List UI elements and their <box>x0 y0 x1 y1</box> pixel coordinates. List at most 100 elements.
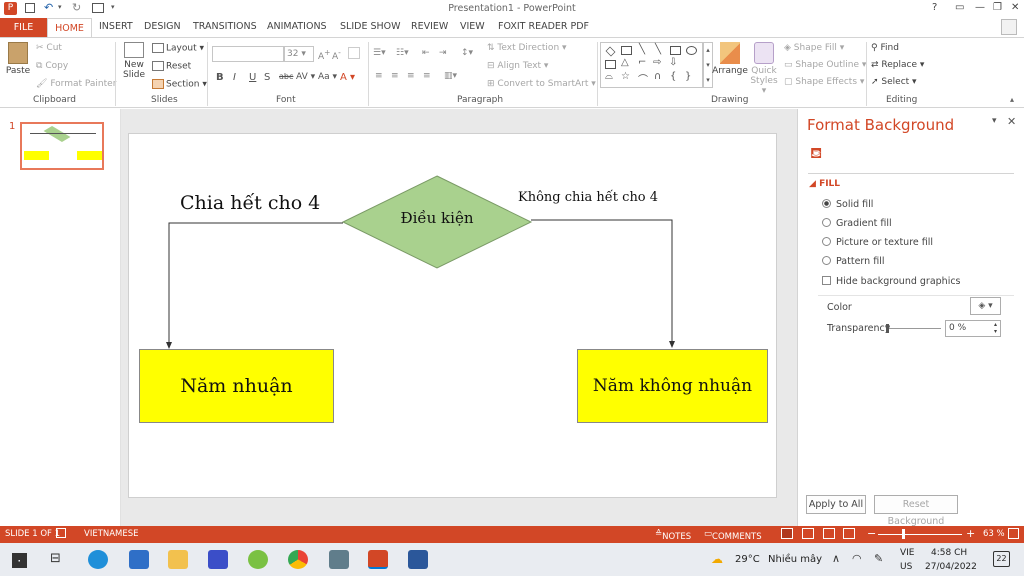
calculator-icon[interactable] <box>329 550 349 569</box>
underline-button[interactable]: U <box>249 72 256 83</box>
align-text-button[interactable]: ⊟ Align Text ▾ <box>487 61 548 71</box>
connector-left[interactable] <box>168 222 343 348</box>
font-size-input[interactable]: 32 ▾ <box>284 46 314 62</box>
transparency-slider[interactable] <box>887 328 941 329</box>
edge-icon[interactable] <box>88 550 108 569</box>
non-leap-year-box[interactable]: Năm không nhuận <box>577 349 768 423</box>
oval-shape-icon[interactable] <box>686 46 697 55</box>
bullets-button[interactable]: ☰▾ <box>373 48 386 58</box>
reading-view-button[interactable] <box>823 528 835 539</box>
wifi-icon[interactable]: ◠ <box>852 552 862 565</box>
tab-animations[interactable]: ANIMATIONS <box>267 21 327 32</box>
star-shape-icon[interactable]: ☆ <box>621 71 630 82</box>
spellcheck-icon[interactable] <box>56 528 66 538</box>
divisible-label[interactable]: Chia hết cho 4 <box>180 192 320 214</box>
layout-button[interactable]: Layout ▾ <box>152 43 204 54</box>
task-view-icon[interactable]: ⊟ <box>50 551 61 566</box>
notification-center-icon[interactable]: 22 <box>993 551 1010 567</box>
tab-slide-show[interactable]: SLIDE SHOW <box>340 21 401 32</box>
transparency-input[interactable]: 0 % ▴ ▾ <box>945 320 1001 337</box>
textbox-shape-icon[interactable] <box>621 46 632 55</box>
pane-options-icon[interactable]: ▾ <box>992 116 997 126</box>
connector-right[interactable] <box>531 219 673 347</box>
ribbon-display-icon[interactable]: ▭ <box>955 2 964 13</box>
cut-button[interactable]: ✂ Cut <box>36 43 62 53</box>
input-region[interactable]: US <box>900 562 912 572</box>
right-arrow-shape-icon[interactable]: ⇨ <box>653 57 661 68</box>
leap-year-box[interactable]: Năm nhuận <box>139 349 334 423</box>
shape-outline-button[interactable]: ▭ Shape Outline ▾ <box>784 60 866 70</box>
increase-indent-button[interactable]: ⇥ <box>439 48 447 58</box>
justify-button[interactable]: ≡ <box>423 71 431 81</box>
arrow-line-shape-icon[interactable]: ╲ <box>655 44 661 55</box>
zoom-level[interactable]: 63 % <box>983 529 1005 539</box>
mail-icon[interactable] <box>129 550 149 569</box>
align-right-button[interactable]: ≡ <box>407 71 415 81</box>
select-button[interactable]: ➚ Select ▾ <box>871 77 917 87</box>
pen-icon[interactable]: ✎ <box>874 552 883 565</box>
fill-section-header[interactable]: ◢ FILL <box>809 179 840 189</box>
slideshow-view-button[interactable] <box>843 528 855 539</box>
clock-date[interactable]: 27/04/2022 <box>925 562 977 572</box>
normal-view-button[interactable] <box>781 528 793 539</box>
solid-fill-option[interactable]: Solid fill <box>822 199 873 210</box>
language-status[interactable]: VIETNAMESE <box>84 529 139 539</box>
tab-view[interactable]: VIEW <box>460 21 485 32</box>
collapse-ribbon-icon[interactable]: ▴ <box>1010 95 1014 104</box>
italic-button[interactable]: I <box>233 72 236 83</box>
find-button[interactable]: ⚲ Find <box>871 43 899 53</box>
align-left-button[interactable]: ≡ <box>375 71 383 81</box>
line-spacing-button[interactable]: ↕▾ <box>461 48 473 58</box>
close-button[interactable]: ✕ <box>1011 2 1019 13</box>
char-spacing-button[interactable]: AV ▾ <box>296 72 315 82</box>
tab-review[interactable]: REVIEW <box>411 21 448 32</box>
app-icon[interactable] <box>208 550 228 569</box>
weather-text[interactable]: Nhiều mây <box>768 554 822 565</box>
zalo-like-icon[interactable] <box>248 550 268 569</box>
elbow-shape-icon[interactable]: ⌐ <box>638 57 646 68</box>
shrink-font-button[interactable]: A- <box>332 48 341 62</box>
slide-canvas[interactable]: Điều kiện Chia hết cho 4 Không chia hết … <box>128 133 777 498</box>
slide-sorter-button[interactable] <box>802 528 814 539</box>
apply-to-all-button[interactable]: Apply to All <box>806 495 866 514</box>
tab-design[interactable]: DESIGN <box>144 21 181 32</box>
input-language[interactable]: VIE <box>900 548 915 558</box>
convert-smartart-button[interactable]: ⊞ Convert to SmartArt ▾ <box>487 79 596 89</box>
replace-button[interactable]: ⇄ Replace ▾ <box>871 60 924 70</box>
account-avatar[interactable] <box>1001 19 1017 35</box>
new-slide-button[interactable]: New Slide <box>121 42 147 80</box>
paste-button[interactable]: Paste <box>5 42 31 76</box>
fill-bucket-icon[interactable]: ⛾ <box>810 144 827 162</box>
section-button[interactable]: Section ▾ <box>152 79 207 90</box>
gradient-fill-option[interactable]: Gradient fill <box>822 218 892 229</box>
reset-background-button[interactable]: Reset Background <box>874 495 958 527</box>
reset-button[interactable]: Reset <box>152 61 191 72</box>
zoom-out-button[interactable]: − <box>867 527 876 540</box>
rectangle-shape-icon[interactable] <box>670 46 681 55</box>
bold-button[interactable]: B <box>216 72 224 83</box>
grow-font-button[interactable]: A+ <box>318 48 330 62</box>
word-icon[interactable] <box>408 550 428 569</box>
slide-thumbnail[interactable] <box>20 122 104 170</box>
tab-file[interactable]: FILE <box>0 18 47 38</box>
color-picker-button[interactable]: ◈ ▾ <box>970 297 1001 315</box>
pattern-fill-option[interactable]: Pattern fill <box>822 256 884 267</box>
windows-start-icon[interactable] <box>12 553 27 568</box>
not-divisible-label[interactable]: Không chia hết cho 4 <box>518 190 658 205</box>
strikethrough-button[interactable]: abc <box>279 72 293 81</box>
shape-fill-button[interactable]: ◈ Shape Fill ▾ <box>784 43 844 53</box>
chrome-icon[interactable] <box>288 550 308 569</box>
decrease-indent-button[interactable]: ⇤ <box>422 48 430 58</box>
numbering-button[interactable]: ☷▾ <box>396 48 409 58</box>
format-painter-button[interactable]: 🖌 Format Painter <box>36 79 116 89</box>
rounded-rect-shape-icon[interactable] <box>605 60 616 69</box>
hide-background-checkbox[interactable]: Hide background graphics <box>822 276 961 287</box>
tab-transitions[interactable]: TRANSITIONS <box>193 21 257 32</box>
powerpoint-taskbar-icon[interactable] <box>368 550 388 569</box>
picture-fill-option[interactable]: Picture or texture fill <box>822 237 933 248</box>
flowchart-shape-icon[interactable]: ⌓ <box>605 71 613 82</box>
transparency-slider-thumb[interactable] <box>886 324 889 333</box>
quick-styles-button[interactable]: Quick Styles ▾ <box>749 42 779 96</box>
brace-right-shape-icon[interactable]: } <box>685 71 691 82</box>
weather-icon[interactable]: ☁ <box>711 552 723 566</box>
